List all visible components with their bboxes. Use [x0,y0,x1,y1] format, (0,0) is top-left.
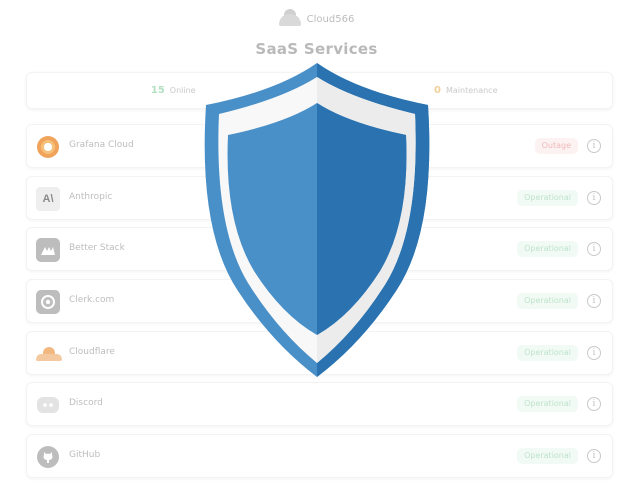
shield-icon [204,63,430,377]
better-stack-icon [36,238,60,262]
service-name: Discord [69,398,103,408]
status-badge: Operational [517,345,578,361]
anthropic-icon: A\ [36,187,60,211]
brand-name: Cloud566 [306,13,355,25]
discord-icon [36,393,60,417]
page-title: SaaS Services [255,40,378,58]
status-badge: Operational [517,293,578,309]
info-icon[interactable]: i [587,191,601,205]
info-icon[interactable]: i [587,242,601,256]
clerk-icon [36,290,60,314]
cloudflare-icon [36,342,62,366]
service-name: GitHub [69,450,101,460]
github-icon [36,445,60,469]
cloud-logo-icon [278,9,301,26]
service-row-github[interactable]: GitHub Operational i [26,434,613,478]
status-badge: Operational [517,396,578,412]
service-name: Grafana Cloud [69,140,134,150]
info-icon[interactable]: i [587,397,601,411]
service-name: Cloudflare [69,347,115,357]
status-badge: Outage [534,138,578,154]
info-icon[interactable]: i [587,346,601,360]
service-row-discord[interactable]: Discord Operational i [26,382,613,426]
brand-header[interactable]: Cloud566 [0,8,633,30]
grafana-icon [36,135,60,159]
online-count: 15 [150,85,165,96]
info-icon[interactable]: i [587,294,601,308]
service-name: Clerk.com [69,295,115,305]
info-icon[interactable]: i [587,139,601,153]
status-badge: Operational [517,448,578,464]
maintenance-label: Maintenance [445,86,498,95]
info-icon[interactable]: i [587,449,601,463]
status-badge: Operational [517,241,578,257]
status-page: Cloud566 SaaS Services 15 Online 0 Maint… [0,0,633,498]
status-badge: Operational [517,190,578,206]
service-name: Anthropic [69,192,113,202]
service-name: Better Stack [69,243,125,253]
